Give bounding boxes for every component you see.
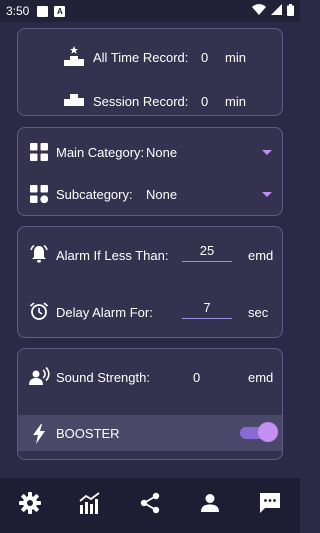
chevron-down-icon [262,192,272,197]
booster-row[interactable]: BOOSTER [18,415,282,451]
sound-strength-label: Sound Strength: [56,369,150,385]
profile-button[interactable] [190,486,230,526]
main-category-value: None [146,144,178,160]
all-time-record-label: All Time Record: [93,49,189,65]
alarm-threshold-value: 25 [199,243,215,258]
chat-icon [259,492,281,519]
delay-alarm-label: Delay Alarm For: [56,304,153,320]
battery-icon [287,3,294,19]
lightning-bolt-icon [32,424,46,444]
subcategory-label: Subcategory: [56,186,133,202]
settings-icon [19,492,41,519]
profile-icon [200,493,220,518]
session-record-value: 0 [201,93,209,109]
subcategory-dropdown[interactable]: Subcategory: None [18,182,282,206]
sound-strength-unit: emd [248,369,274,385]
session-record-unit: min [225,93,246,109]
delay-alarm-input[interactable]: 7 [182,299,232,319]
voice-strength-icon [29,367,51,387]
status-time: 3:50 [6,4,30,18]
stats-icon [79,492,101,519]
status-bar: 3:50 A [0,0,300,22]
all-time-record-value: 0 [201,49,209,65]
notification-square-icon [37,5,49,17]
main-category-dropdown[interactable]: Main Category: None [18,140,282,164]
sound-strength-value: 0 [193,369,201,385]
session-record-label: Session Record: [93,93,189,109]
sound-card: Sound Strength: 0 emd BOOSTER [17,348,283,460]
booster-label: BOOSTER [56,426,120,441]
alarm-threshold-label: Alarm If Less Than: [56,247,169,263]
notification-a-icon: A [54,5,66,17]
share-button[interactable] [130,486,170,526]
category-grid-icon [30,143,48,161]
main-category-label: Main Category: [56,144,145,160]
delay-alarm-value: 7 [203,300,211,315]
bottom-nav-bar [0,478,300,533]
subcategory-grid-icon [30,185,48,203]
chat-button[interactable] [250,486,290,526]
podium-icon [63,92,85,106]
settings-button[interactable] [10,486,50,526]
signal-icon [271,4,282,18]
wifi-icon [252,4,266,18]
chevron-down-icon [262,150,272,155]
delay-alarm-unit: sec [248,304,269,320]
alarm-card: Alarm If Less Than: 25 emd Delay Alarm F… [17,226,283,338]
statistics-button[interactable] [70,486,110,526]
share-icon [139,492,161,519]
all-time-record-unit: min [225,49,246,65]
categories-card: Main Category: None Subcategory: None [17,127,283,216]
alarm-clock-icon [29,301,49,321]
trophy-podium-icon [63,46,85,66]
alarm-bell-icon [29,244,49,264]
booster-toggle-thumb[interactable] [258,422,278,442]
alarm-threshold-input[interactable]: 25 [182,242,232,262]
subcategory-value: None [146,186,178,202]
alarm-threshold-unit: emd [248,247,274,263]
records-card: All Time Record: 0 min Session Record: 0… [17,28,283,116]
